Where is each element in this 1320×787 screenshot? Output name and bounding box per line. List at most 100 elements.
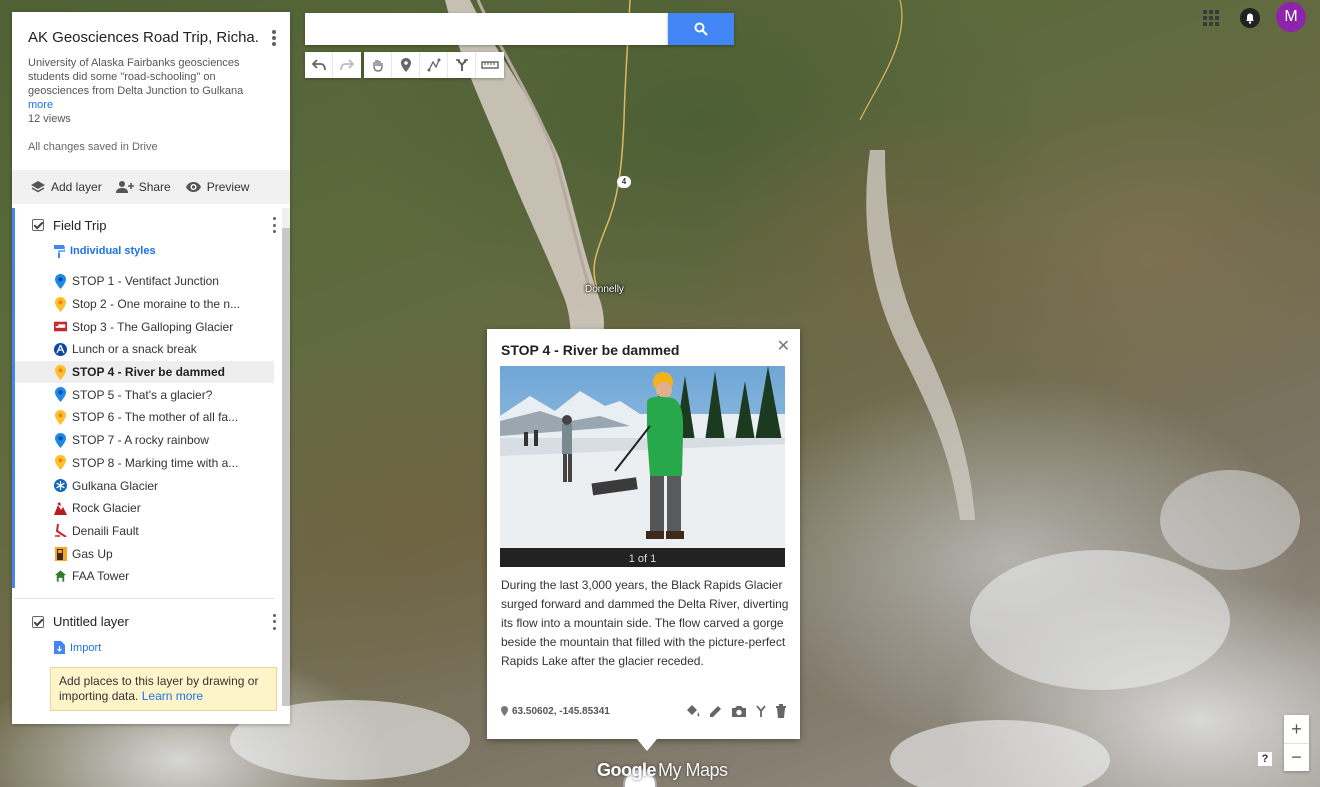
feature-label: FAA Tower [72, 569, 130, 584]
feature-stop-6[interactable]: STOP 6 - The mother of all fa... [14, 406, 274, 429]
apps-grid-icon[interactable] [1203, 10, 1219, 26]
view-count: 12 views [28, 113, 71, 125]
feature-label: Gulkana Glacier [72, 478, 159, 493]
layer-name[interactable]: Field Trip [53, 218, 106, 233]
feature-lunch[interactable]: Lunch or a snack break [14, 338, 274, 361]
redo-button[interactable] [333, 52, 361, 78]
help-button[interactable]: ? [1258, 752, 1272, 766]
bell-icon [1246, 13, 1254, 24]
search-button[interactable] [668, 13, 734, 45]
layer-name[interactable]: Untitled layer [53, 614, 129, 629]
feature-label: STOP 6 - The mother of all fa... [72, 410, 239, 425]
draw-line-button[interactable] [420, 52, 448, 78]
popup-photo[interactable]: 1 of 1 [500, 366, 785, 567]
zoom-control: + − [1284, 715, 1309, 771]
feature-label: Rock Glacier [72, 501, 141, 516]
undo-button[interactable] [305, 52, 333, 78]
marker-icon [400, 58, 411, 72]
eye-icon [185, 182, 201, 192]
learn-more-link[interactable]: Learn more [142, 689, 203, 703]
zoom-in-button[interactable]: + [1284, 715, 1309, 743]
brand-google: Google [597, 760, 657, 780]
individual-styles-link[interactable]: Individual styles [14, 242, 290, 260]
pin-yellow-icon [54, 455, 67, 471]
camera-icon[interactable] [731, 704, 747, 718]
feature-label: STOP 4 - River be dammed [72, 365, 225, 380]
hand-icon [372, 60, 383, 72]
edit-pencil-icon[interactable] [709, 704, 723, 718]
add-layer-label: Add layer [51, 180, 102, 194]
snowflake-icon [54, 478, 67, 493]
layer-visibility-checkbox[interactable] [32, 219, 44, 231]
feature-gulkana-glacier[interactable]: Gulkana Glacier [14, 474, 274, 497]
feature-stop-7[interactable]: STOP 7 - A rocky rainbow [14, 429, 274, 452]
feature-stop-2[interactable]: Stop 2 - One moraine to the n... [14, 293, 274, 316]
location-pin-icon [501, 706, 508, 716]
close-icon[interactable]: ✕ [777, 336, 790, 356]
coordinates: 63.50602, -145.85341 [501, 706, 610, 717]
map-options-menu-icon[interactable] [266, 28, 282, 48]
share-label: Share [138, 180, 171, 194]
feature-faa-tower[interactable]: FAA Tower [14, 565, 274, 588]
add-marker-button[interactable] [392, 52, 420, 78]
feature-stop-4[interactable]: STOP 4 - River be dammed [14, 360, 274, 384]
photo-counter: 1 of 1 [628, 553, 657, 565]
search-input[interactable] [305, 13, 669, 45]
zoom-out-button[interactable]: − [1284, 743, 1309, 771]
more-link[interactable]: more [28, 98, 274, 112]
feature-list: STOP 1 - Ventifact Junction Stop 2 - One… [14, 270, 290, 588]
gas-station-icon [54, 546, 67, 561]
preview-label: Preview [206, 180, 250, 194]
add-person-icon [115, 181, 134, 193]
popup-title: STOP 4 - River be dammed [501, 342, 680, 358]
layers-icon [31, 181, 45, 193]
feature-stop-5[interactable]: STOP 5 - That's a glacier? [14, 383, 274, 406]
redo-icon [340, 59, 354, 71]
style-paint-bucket-icon[interactable] [685, 704, 701, 718]
preview-button[interactable]: Preview [185, 180, 250, 194]
import-icon [54, 641, 65, 655]
popup-footer: 63.50602, -145.85341 [501, 701, 787, 721]
avatar[interactable]: M [1276, 2, 1306, 32]
feature-stop-3[interactable]: Stop 3 - The Galloping Glacier [14, 315, 274, 338]
feature-label: Stop 2 - One moraine to the n... [72, 297, 241, 312]
pan-hand-button[interactable] [364, 52, 392, 78]
layer-visibility-checkbox[interactable] [32, 615, 44, 628]
directions-button[interactable] [448, 52, 476, 78]
feature-label: STOP 5 - That's a glacier? [72, 387, 213, 402]
layer-options-menu-icon[interactable] [270, 217, 278, 233]
place-label-donnelly: Donnelly [585, 284, 624, 295]
map-title[interactable]: AK Geosciences Road Trip, Richa... [28, 29, 260, 46]
feature-stop-1[interactable]: STOP 1 - Ventifact Junction [14, 270, 274, 293]
history-toolbar [305, 52, 361, 78]
feature-stop-8[interactable]: STOP 8 - Marking time with a... [14, 452, 274, 475]
feature-gas-up[interactable]: Gas Up [14, 542, 274, 565]
ruler-icon [481, 61, 499, 69]
draw-toolbar [364, 52, 504, 78]
share-button[interactable]: Share [115, 180, 171, 194]
feature-label: STOP 8 - Marking time with a... [72, 455, 239, 470]
directions-icon[interactable] [755, 704, 767, 718]
panel-toolbar: Add layer Share Preview [12, 170, 290, 204]
coordinates-value: 63.50602, -145.85341 [512, 705, 610, 717]
paint-roller-icon [54, 244, 65, 258]
picnic-icon [54, 342, 67, 357]
delete-trash-icon[interactable] [775, 704, 787, 718]
import-link[interactable]: Import [14, 639, 290, 657]
feature-denaili-fault[interactable]: Denaili Fault [14, 520, 274, 543]
route-shield: 4 [617, 176, 631, 188]
tower-icon [54, 569, 67, 584]
glacier-photo-image [500, 366, 785, 548]
layer-header: Field Trip [14, 208, 290, 242]
feature-rock-glacier[interactable]: Rock Glacier [14, 497, 274, 520]
add-layer-button[interactable]: Add layer [30, 180, 102, 194]
measure-button[interactable] [476, 52, 504, 78]
map-panel: AK Geosciences Road Trip, Richa... Unive… [12, 12, 290, 724]
empty-layer-tip: Add places to this layer by drawing or i… [50, 666, 277, 711]
pin-yellow-icon [54, 296, 67, 312]
notifications-button[interactable] [1240, 8, 1260, 28]
feature-label: Lunch or a snack break [72, 342, 197, 357]
layer-options-menu-icon[interactable] [270, 613, 278, 630]
directions-icon [455, 59, 468, 71]
feature-info-popup: STOP 4 - River be dammed ✕ 1 of 1 During… [487, 329, 800, 751]
